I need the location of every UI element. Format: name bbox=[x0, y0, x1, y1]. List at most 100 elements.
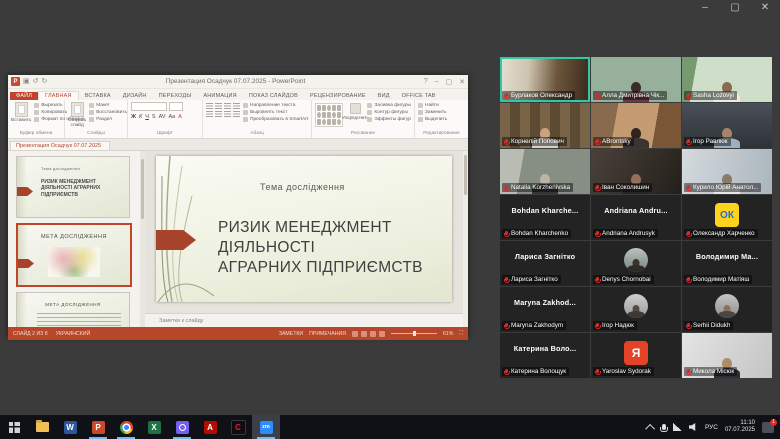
notification-icon[interactable]: 1 bbox=[762, 422, 774, 433]
document-tab[interactable]: Презентация Осадчук 07.07.2025 bbox=[10, 141, 110, 150]
bold-button[interactable]: Ж bbox=[131, 114, 136, 120]
ppt-minimize-icon[interactable]: – bbox=[435, 78, 439, 86]
current-slide[interactable]: Тема дослідження РИЗИК МЕНЕДЖМЕНТ ДІЯЛЬН… bbox=[156, 156, 452, 302]
tab-office-tab[interactable]: OFFICE TAB bbox=[396, 92, 442, 100]
help-icon[interactable]: ? bbox=[424, 78, 428, 86]
text-shadow-button[interactable]: S bbox=[152, 114, 156, 120]
chrome-button[interactable] bbox=[112, 415, 140, 439]
excel-button[interactable]: X bbox=[140, 415, 168, 439]
ppt-close-icon[interactable]: ✕ bbox=[459, 78, 465, 86]
slide-scrollbar[interactable] bbox=[463, 151, 468, 327]
notes-pane[interactable]: Заметки к слайду bbox=[145, 313, 463, 327]
participant-tile[interactable]: Катерина Воло... Катерина Волощук bbox=[500, 333, 590, 378]
participant-tile[interactable]: Бурлаков Олександр bbox=[500, 57, 590, 102]
participant-tile[interactable]: Корнелій Попович bbox=[500, 103, 590, 148]
shape-fill-button[interactable]: Заливка фигуры bbox=[367, 103, 411, 108]
layout-button[interactable]: Макет bbox=[89, 103, 127, 108]
font-color-button[interactable]: А bbox=[178, 114, 182, 120]
participant-tile[interactable]: Алла Дмитрівна Чік... bbox=[591, 57, 681, 102]
minimize-icon[interactable]: – bbox=[698, 2, 712, 13]
zoom-button[interactable]: zm bbox=[252, 415, 280, 439]
align-center-icon[interactable] bbox=[215, 111, 222, 117]
tab-file[interactable]: ФАЙЛ bbox=[10, 92, 38, 100]
participant-tile[interactable]: Ігор Надюк bbox=[591, 287, 681, 332]
tab-view[interactable]: ВИД bbox=[372, 92, 396, 100]
participant-tile[interactable]: Sasha Lozovyi bbox=[682, 57, 772, 102]
paste-button[interactable]: Вставить bbox=[11, 102, 31, 131]
reset-button[interactable]: Восстановить bbox=[89, 110, 127, 115]
zoom-level[interactable]: 61% bbox=[443, 331, 453, 337]
shapes-gallery[interactable] bbox=[315, 103, 343, 127]
tab-slideshow[interactable]: ПОКАЗ СЛАЙДОВ bbox=[243, 92, 304, 100]
slide-sorter-icon[interactable] bbox=[361, 331, 367, 337]
change-case-button[interactable]: Aa bbox=[169, 114, 176, 120]
comments-toggle[interactable]: ПРИМЕЧАНИЯ bbox=[309, 331, 346, 337]
align-right-icon[interactable] bbox=[224, 111, 231, 117]
participant-tile[interactable]: Лариса Загнітко Лариса Загнітко bbox=[500, 241, 590, 286]
align-text-button[interactable]: Выровнять текст bbox=[243, 110, 308, 115]
participant-tile[interactable]: Микола Місюк bbox=[682, 333, 772, 378]
participant-tile[interactable]: Володимир Ма... Володимир Матіяш bbox=[682, 241, 772, 286]
tab-home[interactable]: ГЛАВНАЯ bbox=[38, 91, 79, 100]
volume-icon[interactable] bbox=[689, 423, 698, 431]
ppt-restore-icon[interactable]: ▢ bbox=[446, 78, 453, 86]
tray-mic-icon[interactable] bbox=[662, 424, 666, 430]
select-button[interactable]: Выделить bbox=[418, 117, 447, 122]
font-name-combobox[interactable] bbox=[131, 102, 167, 111]
character-spacing-button[interactable]: AV bbox=[159, 114, 166, 120]
network-icon[interactable] bbox=[673, 423, 682, 431]
normal-view-icon[interactable] bbox=[352, 331, 358, 337]
hidden-icons-chevron[interactable] bbox=[645, 423, 655, 433]
start-button[interactable] bbox=[0, 415, 28, 439]
font-size-combobox[interactable] bbox=[169, 102, 183, 111]
justify-icon[interactable] bbox=[233, 111, 240, 117]
zoom-slider[interactable] bbox=[391, 333, 437, 334]
underline-button[interactable]: Ч bbox=[145, 114, 149, 120]
participant-tile[interactable]: Serhii Didukh bbox=[682, 287, 772, 332]
shape-effects-button[interactable]: Эффекты фигур bbox=[367, 117, 411, 122]
word-button[interactable]: W bbox=[56, 415, 84, 439]
language-indicator[interactable]: РУС bbox=[705, 424, 718, 431]
participant-tile[interactable]: Natalia Korzhenivska bbox=[500, 149, 590, 194]
red-c-app-button[interactable]: C bbox=[224, 415, 252, 439]
slide-thumbnail-1[interactable]: Тема дослідження РИЗИК МЕНЕДЖМЕНТ ДІЯЛЬН… bbox=[16, 156, 130, 218]
clock[interactable]: 11:10 07.07.2025 bbox=[725, 420, 755, 434]
participant-tile[interactable]: Іван Соколишин bbox=[591, 149, 681, 194]
slide-thumbnail-3[interactable]: МЕТА ДОСЛІДЖЕННЯ bbox=[16, 292, 130, 327]
participant-tile[interactable]: ABrontsky bbox=[591, 103, 681, 148]
participant-tile[interactable]: Andriana Andru... Andriana Andrusyk bbox=[591, 195, 681, 240]
fit-slide-icon[interactable]: ⛶ bbox=[459, 330, 463, 337]
acrobat-button[interactable]: A bbox=[196, 415, 224, 439]
tab-transitions[interactable]: ПЕРЕХОДЫ bbox=[153, 92, 198, 100]
participant-tile[interactable]: Denys Chornobai bbox=[591, 241, 681, 286]
tab-animations[interactable]: АНИМАЦИЯ bbox=[197, 92, 242, 100]
participant-tile[interactable]: Курило Юрій Анатол... bbox=[682, 149, 772, 194]
reading-view-icon[interactable] bbox=[370, 331, 376, 337]
arrange-button[interactable]: Упорядочить bbox=[346, 102, 364, 131]
slideshow-icon[interactable] bbox=[379, 331, 385, 337]
bullets-icon[interactable] bbox=[206, 103, 213, 109]
participant-tile[interactable]: Я Yaroslav Sydorak bbox=[591, 333, 681, 378]
participant-tile[interactable]: Ігор Равлюк bbox=[682, 103, 772, 148]
save-icon[interactable]: ▣ bbox=[23, 78, 30, 85]
shape-outline-button[interactable]: Контур фигуры bbox=[367, 110, 411, 115]
participant-tile[interactable]: ОК Олександр Харченко bbox=[682, 195, 772, 240]
italic-button[interactable]: К bbox=[139, 114, 142, 120]
indent-icon[interactable] bbox=[224, 103, 231, 109]
numbering-icon[interactable] bbox=[215, 103, 222, 109]
line-spacing-icon[interactable] bbox=[233, 103, 240, 109]
tab-design[interactable]: ДИЗАЙН bbox=[117, 92, 153, 100]
powerpoint-button[interactable]: P bbox=[84, 415, 112, 439]
undo-icon[interactable]: ↺ bbox=[33, 78, 39, 85]
close-icon[interactable]: ✕ bbox=[758, 2, 772, 13]
slide-thumbnail-2-selected[interactable]: МЕТА ДОСЛІДЖЕННЯ bbox=[16, 223, 132, 287]
new-slide-button[interactable]: Создать слайд bbox=[68, 102, 86, 131]
tab-review[interactable]: РЕЦЕНЗИРОВАНИЕ bbox=[304, 92, 372, 100]
language-indicator[interactable]: УКРАИНСКИЙ bbox=[56, 331, 91, 337]
replace-button[interactable]: Заменить bbox=[418, 110, 447, 115]
smartart-button[interactable]: Преобразовать в SmartArt bbox=[243, 117, 308, 122]
file-explorer-button[interactable] bbox=[28, 415, 56, 439]
text-direction-button[interactable]: Направление текста bbox=[243, 103, 308, 108]
maximize-icon[interactable]: ▢ bbox=[728, 2, 742, 13]
align-left-icon[interactable] bbox=[206, 111, 213, 117]
